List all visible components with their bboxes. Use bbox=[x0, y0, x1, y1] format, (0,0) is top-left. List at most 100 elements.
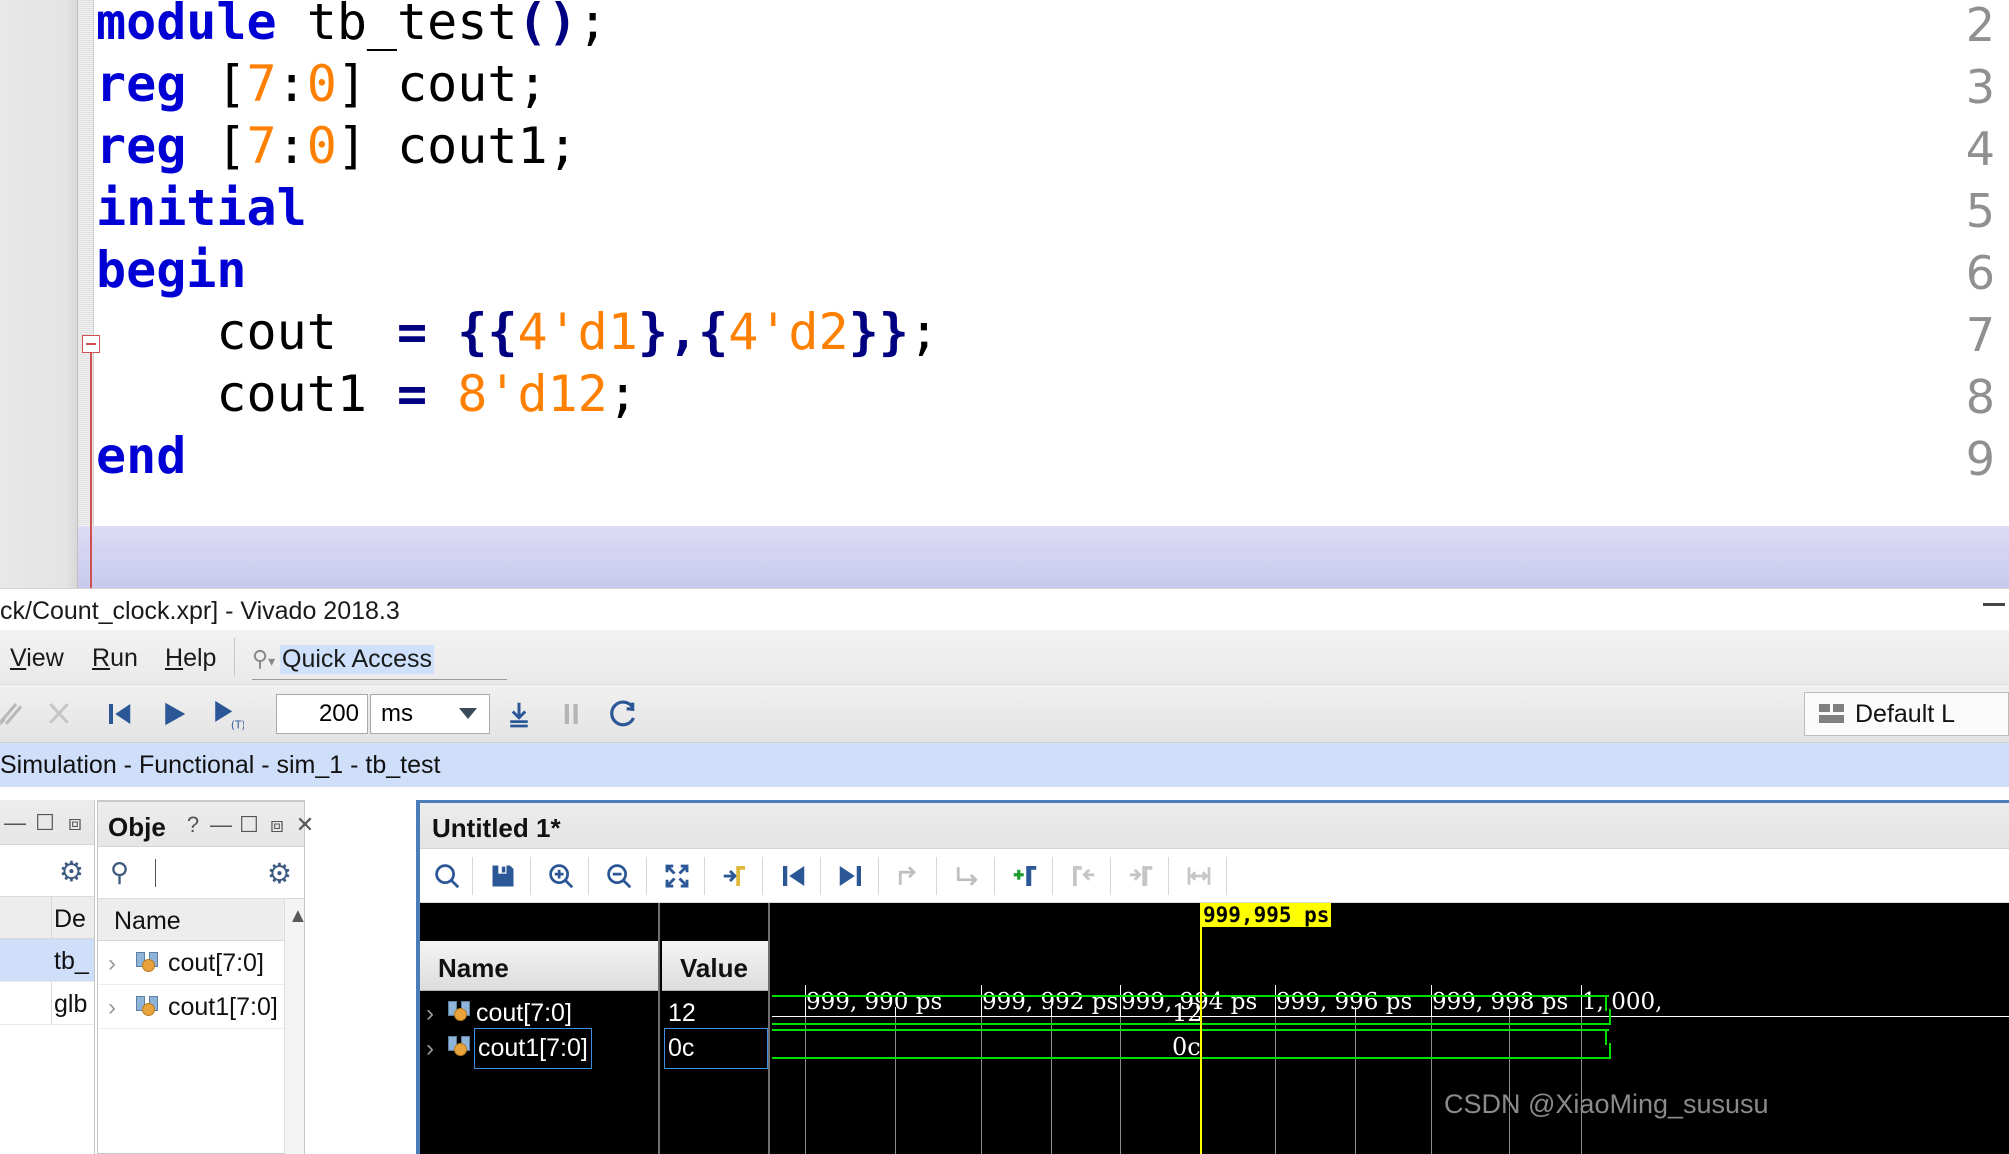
go-to-time-icon[interactable] bbox=[714, 855, 756, 897]
svg-text:(T): (T) bbox=[231, 719, 244, 731]
scope-column-header: De bbox=[0, 897, 94, 939]
code-token: 0 bbox=[306, 117, 337, 175]
objects-search-input[interactable] bbox=[166, 855, 266, 889]
scope-row-tb[interactable]: tb_ bbox=[0, 939, 94, 982]
waveform-name-column[interactable]: Name › cout[7:0] › cout1[7:0] bbox=[420, 903, 660, 1154]
time-unit-value: ms bbox=[381, 700, 413, 727]
waveform-tab-bar[interactable]: Untitled 1* bbox=[420, 803, 2009, 849]
simulation-banner-label: Simulation - Functional - sim_1 - tb_tes… bbox=[0, 751, 441, 779]
scope-row-glbl[interactable]: glb bbox=[0, 982, 94, 1025]
zoom-in-icon[interactable] bbox=[540, 855, 582, 897]
save-icon[interactable] bbox=[482, 855, 524, 897]
menu-item-view[interactable]: View bbox=[10, 644, 64, 673]
toolbar-separator bbox=[1226, 857, 1227, 895]
time-unit-select[interactable]: ms bbox=[370, 694, 490, 734]
gear-icon[interactable]: ⚙ bbox=[59, 855, 84, 888]
code-token: end bbox=[96, 427, 187, 485]
help-icon[interactable]: ? bbox=[180, 812, 206, 838]
objects-panel[interactable]: Obje ? — ☐ ⧈ ✕ ⚲ ⚙ Name ▲ › cout[7:0] › … bbox=[97, 800, 314, 1154]
relaunch-simulation-icon[interactable] bbox=[603, 695, 641, 733]
waveform-row-cout[interactable]: › cout[7:0] bbox=[420, 996, 658, 1029]
minimize-icon[interactable] bbox=[1983, 603, 2005, 606]
restart-icon[interactable] bbox=[100, 695, 138, 733]
quick-access-input[interactable]: Quick Access bbox=[280, 645, 435, 674]
layout-selector[interactable]: Default L bbox=[1804, 692, 2009, 736]
toolbar-separator bbox=[820, 857, 821, 895]
zoom-fit-icon[interactable] bbox=[656, 855, 698, 897]
waveform-value-cout1: 0c bbox=[668, 1034, 695, 1062]
simulation-toolbar[interactable]: (T) 200 ms Default L bbox=[0, 685, 2009, 743]
signal-icon bbox=[448, 1001, 472, 1023]
value-column-label: Value bbox=[680, 953, 748, 983]
menu-item-run[interactable]: Run bbox=[92, 644, 138, 673]
chevron-up-icon[interactable]: ▲ bbox=[288, 905, 308, 928]
toolbar-separator bbox=[588, 857, 589, 895]
waveform-row-cout1[interactable]: › cout1[7:0] bbox=[420, 1028, 658, 1069]
waveform-body[interactable]: Name › cout[7:0] › cout1[7:0] Value 12 0… bbox=[420, 903, 2009, 1154]
code-token: ; bbox=[607, 365, 638, 423]
float-icon[interactable]: ⧈ bbox=[62, 810, 88, 836]
waveform-value-column[interactable]: Value 12 0c bbox=[662, 903, 770, 1154]
next-transition-icon[interactable] bbox=[830, 855, 872, 897]
previous-transition-icon[interactable] bbox=[772, 855, 814, 897]
main-cursor[interactable] bbox=[1200, 903, 1202, 1154]
add-marker-icon[interactable] bbox=[1004, 855, 1046, 897]
code-editor[interactable]: 2 3 4 5 6 7 8 9 module tb_test(); reg [7… bbox=[0, 0, 2009, 588]
code-token: 7 bbox=[246, 117, 277, 175]
mnemonic: R bbox=[92, 644, 111, 672]
search-icon: ⚲ bbox=[110, 857, 130, 887]
layout-icon bbox=[1819, 704, 1845, 724]
list-item-label: cout1[7:0] bbox=[168, 993, 278, 1021]
minimize-icon[interactable]: — bbox=[208, 812, 234, 838]
text-cursor bbox=[155, 859, 156, 887]
search-icon[interactable] bbox=[426, 855, 468, 897]
next-marker-icon bbox=[1120, 855, 1162, 897]
tab-untitled-1[interactable]: Untitled 1* bbox=[432, 813, 561, 844]
scope-panel[interactable]: — ☐ ⧈ ⚙ De tb_ glb bbox=[0, 800, 95, 1154]
maximize-icon[interactable]: ☐ bbox=[32, 810, 58, 836]
minimize-icon[interactable]: — bbox=[2, 810, 28, 836]
objects-scrollbar[interactable]: ▲ bbox=[284, 899, 308, 1154]
code-token: : bbox=[276, 117, 307, 175]
mnemonic: H bbox=[165, 644, 184, 672]
code-token: initial bbox=[96, 179, 307, 237]
run-time-input[interactable]: 200 bbox=[276, 694, 368, 734]
quick-access-underline bbox=[252, 679, 507, 680]
chevron-right-icon[interactable]: › bbox=[108, 950, 116, 978]
zoom-out-icon[interactable] bbox=[598, 855, 640, 897]
objects-search-row[interactable]: ⚲ ⚙ bbox=[98, 847, 304, 899]
scope-panel-header: — ☐ ⧈ bbox=[0, 800, 94, 845]
list-item[interactable]: › cout[7:0] bbox=[98, 941, 286, 985]
cancel-simulation-icon[interactable] bbox=[40, 695, 78, 733]
quick-access-box[interactable]: ⚲▾ Quick Access bbox=[252, 640, 507, 682]
code-token: [ bbox=[186, 55, 247, 113]
menu-item-help[interactable]: Help bbox=[165, 644, 216, 673]
list-item[interactable]: › cout1[7:0] bbox=[98, 985, 286, 1029]
scope-settings-row: ⚙ bbox=[0, 845, 94, 897]
code-token: = bbox=[397, 365, 428, 423]
menu-bar[interactable]: View Run Help ⚲▾ Quick Access bbox=[0, 630, 2009, 685]
run-for-time-icon[interactable]: (T) bbox=[208, 695, 246, 733]
close-icon[interactable]: ✕ bbox=[292, 812, 318, 838]
pause-icon[interactable] bbox=[552, 695, 590, 733]
chevron-right-icon[interactable]: › bbox=[426, 1035, 434, 1063]
waveform-toolbar[interactable] bbox=[420, 849, 2009, 903]
float-icon[interactable]: ⧈ bbox=[264, 812, 290, 838]
code-token: cout1 bbox=[96, 365, 398, 423]
waveform-value-cout: 12 bbox=[668, 999, 696, 1027]
vivado-title-bar: ck/Count_clock.xpr] - Vivado 2018.3 bbox=[0, 588, 2009, 630]
chevron-right-icon[interactable]: › bbox=[426, 1000, 434, 1028]
gear-icon[interactable]: ⚙ bbox=[267, 857, 292, 890]
waveform-canvas[interactable]: 999, 990 ps 999, 992 ps 999, 994 ps 999,… bbox=[772, 903, 2009, 1154]
reset-simulation-icon[interactable] bbox=[0, 695, 30, 733]
waveform-window[interactable]: Untitled 1* Name › cout[7:0] › cout1[7:0… bbox=[416, 800, 2009, 1154]
toolbar-separator bbox=[878, 857, 879, 895]
cursor-time-label: 999,995 ps bbox=[1201, 903, 1332, 927]
chevron-right-icon[interactable]: › bbox=[108, 994, 116, 1022]
maximize-icon[interactable]: ☐ bbox=[236, 812, 262, 838]
objects-column-name: Name bbox=[114, 907, 181, 935]
code-text-area[interactable]: module tb_test(); reg [7:0] cout; reg [7… bbox=[96, 0, 2009, 588]
run-all-icon[interactable] bbox=[155, 695, 193, 733]
step-icon[interactable] bbox=[500, 695, 538, 733]
waveform-row-label: cout1[7:0] bbox=[478, 1034, 588, 1062]
